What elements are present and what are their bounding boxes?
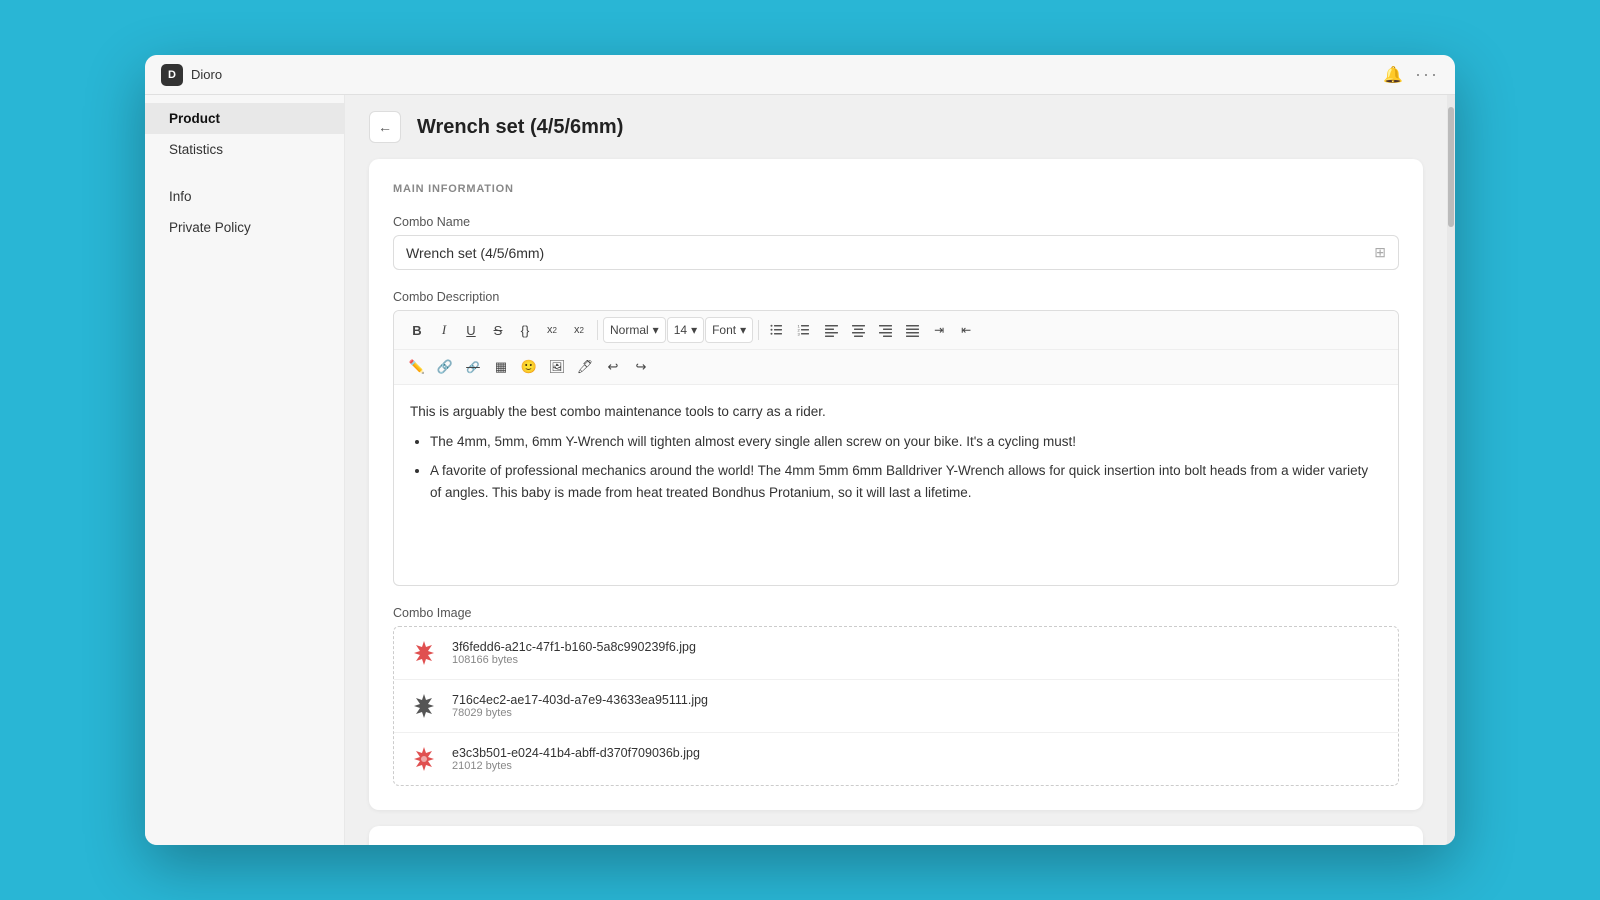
redo-button[interactable]: ↪ [628,354,654,380]
indent-button[interactable]: ⇥ [926,317,952,343]
sidebar-item-statistics[interactable]: Statistics [145,134,344,165]
toolbar-divider-2 [758,320,759,340]
font-size-chevron-icon: ▾ [691,323,697,337]
scrollbar-thumb[interactable] [1448,107,1454,227]
page-title: Wrench set (4/5/6mm) [417,116,623,139]
sidebar-item-product[interactable]: Product [145,103,344,134]
rich-text-editor: B I U S {} x2 x2 Normal ▾ [393,310,1399,586]
unordered-list-button[interactable] [764,317,790,343]
editor-bullet-1: The 4mm, 5mm, 6mm Y-Wrench will tighten … [430,431,1382,453]
image-thumb-3 [408,743,440,775]
combo-name-input[interactable]: Wrench set (4/5/6mm) ⊞ [393,235,1399,270]
table-button[interactable]: ▦ [488,354,514,380]
discount-card: DISCOUNT [369,826,1423,845]
combo-name-label: Combo Name [393,215,1399,229]
format-select[interactable]: Normal ▾ [603,317,666,343]
filename-1: 3f6fedd6-a21c-47f1-b160-5a8c990239f6.jpg [452,640,696,654]
back-arrow-icon: ← [378,119,392,135]
align-justify-button[interactable] [899,317,925,343]
content-area: ← Wrench set (4/5/6mm) MAIN INFORMATION … [345,95,1447,845]
italic-button[interactable]: I [431,317,457,343]
filesize-1: 108166 bytes [452,654,696,666]
sidebar-item-info[interactable]: Info [145,181,344,212]
font-size-select[interactable]: 14 ▾ [667,317,704,343]
sidebar-item-private-policy[interactable]: Private Policy [145,212,344,243]
underline-button[interactable]: U [458,317,484,343]
editor-paragraph: This is arguably the best combo maintena… [410,401,1382,423]
app-title: Dioro [191,67,222,82]
titlebar-actions: 🔔 ··· [1383,64,1439,85]
font-chevron-icon: ▾ [740,323,746,337]
combo-image-label: Combo Image [393,606,1399,620]
main-info-card: MAIN INFORMATION Combo Name Wrench set (… [369,159,1423,810]
titlebar: D Dioro 🔔 ··· [145,55,1455,95]
editor-content[interactable]: This is arguably the best combo maintena… [394,385,1398,585]
image-button[interactable]: 🖼 [544,354,570,380]
section-title-main-info: MAIN INFORMATION [393,183,1399,195]
list-item: e3c3b501-e024-41b4-abff-d370f709036b.jpg… [394,733,1398,785]
outdent-button[interactable]: ⇤ [953,317,979,343]
align-right-button[interactable] [872,317,898,343]
image-info-3: e3c3b501-e024-41b4-abff-d370f709036b.jpg… [452,746,700,772]
back-button[interactable]: ← [369,111,401,143]
align-center-button[interactable] [845,317,871,343]
filename-2: 716c4ec2-ae17-403d-a7e9-43633ea95111.jpg [452,693,708,707]
editor-bullet-2: A favorite of professional mechanics aro… [430,460,1382,503]
app-logo: D [161,64,183,86]
sidebar: Product Statistics Info Private Policy [145,95,345,845]
link-button[interactable]: 🔗 [432,354,458,380]
emoji-button[interactable]: 🙂 [516,354,542,380]
image-thumb-1 [408,637,440,669]
filesize-3: 21012 bytes [452,760,700,772]
scrollbar-track[interactable] [1447,95,1455,845]
editor-toolbar-row2: ✏️ 🔗 🔗 ▦ 🙂 🖼 🖊 ↩ ↪ [394,350,1398,385]
code-button[interactable]: {} [512,317,538,343]
ordered-list-button[interactable]: 123 [791,317,817,343]
list-item: 716c4ec2-ae17-403d-a7e9-43633ea95111.jpg… [394,680,1398,733]
svg-text:3: 3 [798,332,801,337]
font-select[interactable]: Font ▾ [705,317,753,343]
chevron-down-icon: ▾ [653,323,659,337]
editor-toolbar-row1: B I U S {} x2 x2 Normal ▾ [394,311,1398,350]
filesize-2: 78029 bytes [452,707,708,719]
page-header: ← Wrench set (4/5/6mm) [345,95,1447,159]
combo-desc-label: Combo Description [393,290,1399,304]
highlight-button[interactable]: 🖊 [572,354,598,380]
image-info-1: 3f6fedd6-a21c-47f1-b160-5a8c990239f6.jpg… [452,640,696,666]
strikethrough-button[interactable]: S [485,317,511,343]
filename-3: e3c3b501-e024-41b4-abff-d370f709036b.jpg [452,746,700,760]
unlink-button[interactable]: 🔗 [460,354,486,380]
image-list: 3f6fedd6-a21c-47f1-b160-5a8c990239f6.jpg… [393,626,1399,786]
image-thumb-2 [408,690,440,722]
bold-button[interactable]: B [404,317,430,343]
input-icon: ⊞ [1374,244,1386,261]
list-item: 3f6fedd6-a21c-47f1-b160-5a8c990239f6.jpg… [394,627,1398,680]
superscript-button[interactable]: x2 [539,317,565,343]
toolbar-divider-1 [597,320,598,340]
more-options-icon[interactable]: ··· [1415,64,1439,85]
subscript-button[interactable]: x2 [566,317,592,343]
image-info-2: 716c4ec2-ae17-403d-a7e9-43633ea95111.jpg… [452,693,708,719]
bell-icon[interactable]: 🔔 [1383,65,1403,85]
pencil-button[interactable]: ✏️ [404,354,430,380]
align-left-button[interactable] [818,317,844,343]
undo-button[interactable]: ↩ [600,354,626,380]
